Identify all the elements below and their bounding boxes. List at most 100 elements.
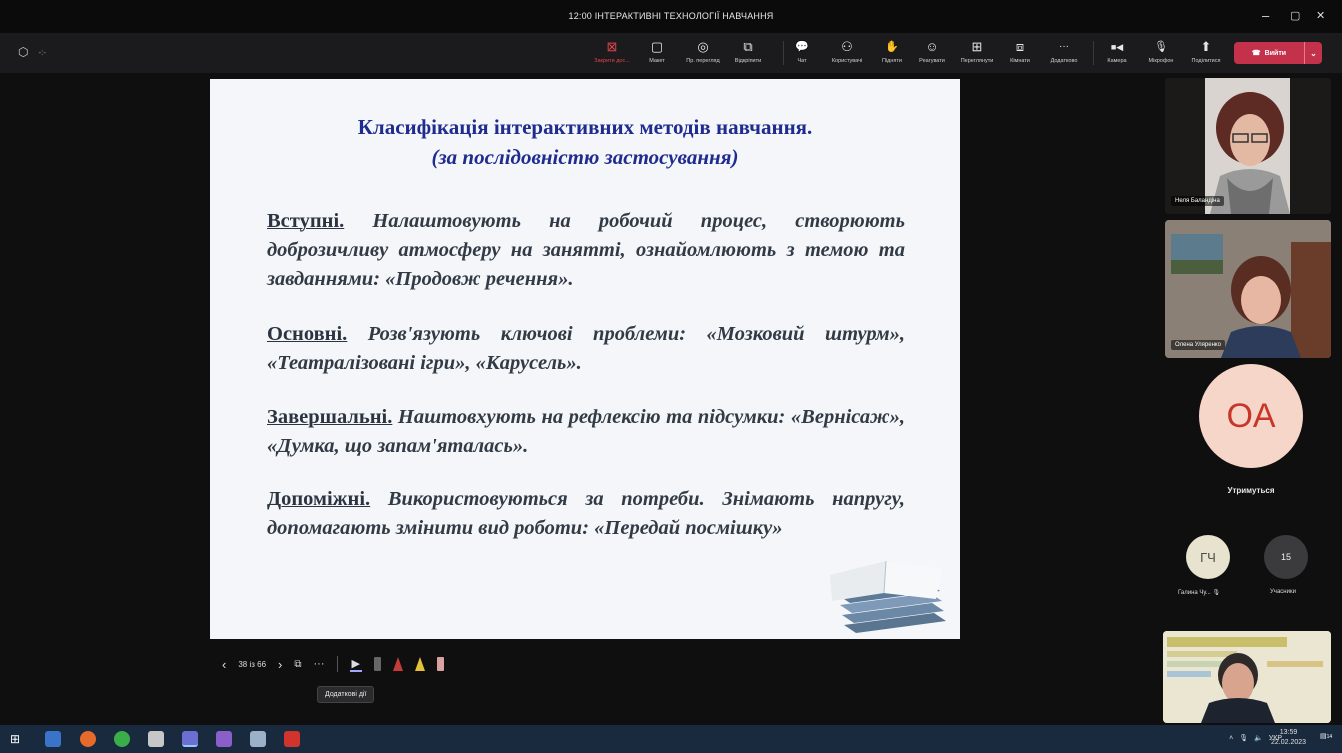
participant-video (1165, 78, 1331, 214)
chevron-right-icon[interactable]: › (278, 657, 282, 672)
people-button[interactable]: ⚇ Користувачі (823, 39, 871, 64)
pop-out-button[interactable]: ⧉ Відкріпити (724, 39, 772, 64)
participant-avatar[interactable]: OA (1199, 364, 1303, 468)
meeting-status: ⬡ -:- (18, 45, 46, 59)
microphone-icon: 🎙 (1154, 41, 1168, 53)
participants-label: Учасники (1270, 589, 1296, 595)
close-icon[interactable]: ✕ (1316, 9, 1325, 22)
paragraph-lead: Допоміжні. (267, 488, 371, 510)
more-actions-icon[interactable]: ··· (314, 658, 325, 670)
minimize-icon[interactable]: – (1262, 8, 1269, 23)
calculator-icon[interactable] (148, 731, 164, 747)
chevron-left-icon[interactable]: ‹ (222, 657, 226, 672)
eye-icon: ◎ (697, 39, 709, 54)
eraser-icon[interactable] (436, 657, 444, 671)
chat-button[interactable]: 💬 Чат (778, 39, 826, 64)
participant-name: Галина Чу... 🎙 (1178, 590, 1221, 596)
notifications-icon[interactable]: ▤14 (1320, 732, 1332, 740)
windows-taskbar: ⊞ ˄ 🎙 🔈 УКР 13:59 22.02.2023 ▤14 (0, 725, 1342, 753)
slide-page-indicator: 38 із 66 (238, 659, 267, 669)
app-icon[interactable] (250, 731, 266, 747)
leave-main[interactable]: ☎ Вийти (1234, 49, 1304, 58)
meeting-timer: -:- (38, 47, 47, 57)
participant-avatar[interactable]: ГЧ (1186, 535, 1230, 579)
rooms-button[interactable]: ⧈ Кімнати (996, 39, 1044, 64)
chevron-down-icon[interactable]: ⌄ (1304, 42, 1322, 64)
layout-icon: ▢ (650, 39, 664, 54)
close-share-icon: ⊠ (606, 39, 618, 54)
speaker-icon[interactable]: 🔈 (1254, 734, 1263, 742)
file-explorer-icon[interactable] (45, 731, 61, 747)
paragraph-text: Розв'язують ключові проблеми: «Мозковий … (267, 323, 905, 374)
notification-count: 14 (1326, 734, 1333, 740)
participant-video (1163, 631, 1331, 723)
slide-title: Класифікація інтерактивних методів навча… (357, 115, 813, 139)
powerpoint-icon[interactable] (284, 731, 300, 747)
people-icon: ⚇ (841, 39, 853, 54)
meeting-toolbar: ⬡ -:- ⊠ Закрити дос... ▢ Макет ◎ Пр. пер… (0, 33, 1342, 73)
video-tile[interactable] (1163, 631, 1331, 723)
phone-icon: ☎ (1251, 50, 1261, 57)
slide-paragraph: Основні. Розв'язують ключові проблеми: «… (267, 320, 905, 378)
tooltip: Додаткові дії (317, 686, 375, 703)
share-button[interactable]: ⬆ Поділитися (1182, 39, 1230, 64)
clock[interactable]: 13:59 22.02.2023 (1271, 728, 1306, 748)
view-button[interactable]: ⊞ Переглянути (953, 39, 1001, 64)
chevron-up-icon[interactable]: ˄ (1229, 735, 1233, 742)
paragraph-text: Налаштовують на робочий процес, створюют… (267, 210, 905, 290)
slide-grid-icon[interactable]: ⧉ (294, 659, 301, 670)
leave-label: Вийти (1264, 49, 1287, 57)
pop-out-icon: ⧉ (743, 39, 753, 54)
stop-sharing-button[interactable]: ⊠ Закрити дос... (588, 39, 636, 64)
participant-name: Олена Уляренко (1171, 340, 1225, 350)
pen-gray-icon[interactable] (373, 657, 381, 671)
camera-icon: ■◀ (1110, 42, 1124, 52)
clock-time: 13:59 (1279, 729, 1298, 736)
books-illustration (830, 560, 946, 633)
paragraph-lead: Основні. (267, 323, 348, 345)
teams-icon[interactable] (182, 731, 198, 747)
more-icon: ··· (1059, 41, 1069, 52)
share-icon: ⬆ (1200, 39, 1212, 54)
controls-divider (336, 656, 338, 672)
preview-button[interactable]: ◎ Пр. перегляд (679, 39, 727, 64)
microphone-icon[interactable]: 🎙 (1239, 734, 1248, 742)
leave-button[interactable]: ☎ Вийти ⌄ (1234, 42, 1322, 64)
highlighter-icon[interactable] (414, 657, 425, 671)
shared-slide: Класифікація інтерактивних методів навча… (210, 79, 960, 639)
window-title: 12:00 ІНТЕРАКТИВНІ ТЕХНОЛОГІЇ НАВЧАННЯ (568, 11, 774, 21)
slide-controls: ‹ 38 із 66 › ⧉ ··· ▶ (210, 652, 444, 676)
windows-start-icon[interactable]: ⊞ (10, 732, 20, 746)
participant-name: Неля Баландіна (1171, 196, 1224, 206)
slide-paragraph: Вступні. Налаштовують на робочий процес,… (267, 207, 905, 294)
video-tile[interactable]: Олена Уляренко (1165, 220, 1331, 358)
participant-name: Утримуться (1227, 486, 1275, 495)
paragraph-lead: Завершальні. (267, 406, 393, 428)
video-tile[interactable]: Неля Баландіна (1165, 78, 1331, 214)
clock-date: 22.02.2023 (1271, 739, 1307, 746)
paragraph-lead: Вступні. (267, 210, 345, 232)
view-icon: ⊞ (971, 39, 983, 54)
microphone-button[interactable]: 🎙 Мікрофон (1137, 39, 1185, 64)
slide-subtitle: (за послідовністю застосування) (431, 145, 739, 169)
more-button[interactable]: ··· Додатково (1040, 39, 1088, 64)
participant-video (1165, 220, 1331, 358)
chrome-icon[interactable] (114, 731, 130, 747)
firefox-icon[interactable] (80, 731, 96, 747)
participants-count-badge[interactable]: 15 (1264, 535, 1308, 579)
maximize-icon[interactable]: ▢ (1290, 9, 1300, 22)
pointer-icon[interactable]: ▶ (349, 657, 362, 672)
slide-paragraph: Завершальні. Наштовхують на рефлексію та… (267, 403, 905, 461)
react-button[interactable]: ☺ Реагувати (908, 39, 956, 64)
pen-red-icon[interactable] (392, 657, 403, 671)
react-icon: ☺ (925, 39, 939, 54)
title-bar: 12:00 ІНТЕРАКТИВНІ ТЕХНОЛОГІЇ НАВЧАННЯ –… (0, 0, 1342, 33)
mic-muted-icon: 🎙 (1212, 590, 1221, 596)
chat-icon: 💬 (795, 41, 809, 53)
camera-button[interactable]: ■◀ Камера (1093, 39, 1141, 64)
layout-button[interactable]: ▢ Макет (633, 39, 681, 64)
teams-meeting-icon[interactable] (216, 731, 232, 747)
shield-icon: ⬡ (18, 45, 29, 59)
slide-paragraph: Допоміжні. Використовуються за потреби. … (267, 485, 905, 543)
rooms-icon: ⧈ (1015, 39, 1025, 54)
